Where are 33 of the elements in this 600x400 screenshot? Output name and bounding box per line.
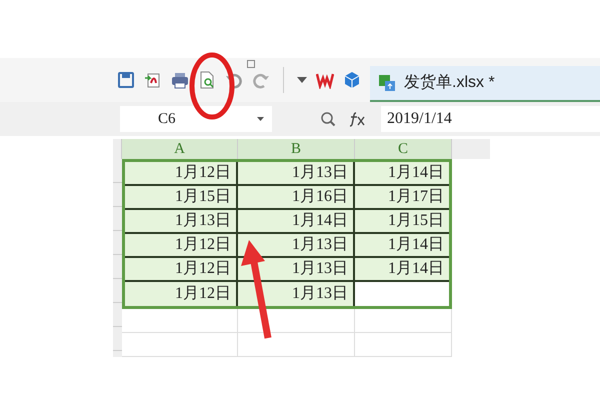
table-cell: 1月12日 (125, 234, 238, 256)
table-cell: 1月16日 (238, 186, 355, 208)
save-icon[interactable] (117, 71, 135, 89)
annotation-circle (190, 52, 234, 120)
table-cell: 1月13日 (238, 162, 355, 184)
column-header[interactable]: A (122, 139, 238, 159)
table-cell: 1月14日 (238, 210, 355, 232)
table-cell-text: 1月15日 (387, 211, 445, 231)
table-cell: 1月12日 (125, 282, 238, 306)
dropdown-caret-icon[interactable] (297, 77, 307, 83)
table-cell: 1月12日 (125, 162, 238, 184)
table-cell-text: 1月14日 (387, 235, 445, 255)
spreadsheet-file-icon (378, 74, 396, 92)
file-tab[interactable]: 发货单.xlsx * (370, 66, 600, 102)
table-cell: 1月15日 (125, 186, 238, 208)
pdf-export-icon[interactable] (144, 71, 162, 89)
zoom-icon[interactable] (320, 111, 336, 127)
formula-field[interactable]: 2019/1/14 (381, 106, 600, 132)
name-box[interactable]: C6 (120, 106, 272, 132)
dialog-launcher-icon[interactable] (247, 60, 255, 68)
w-logo-icon[interactable] (316, 71, 334, 89)
print-preview-icon[interactable] (198, 71, 216, 89)
print-icon[interactable] (171, 71, 189, 89)
column-header[interactable]: B (238, 139, 355, 159)
column-header[interactable]: C (355, 139, 452, 159)
table-cell: 1月12日 (125, 258, 238, 280)
dropdown-caret-icon (257, 117, 264, 121)
table-cell: 1月13日 (125, 210, 238, 232)
table-cell-text: 1月14日 (387, 163, 445, 183)
undo-icon[interactable] (225, 71, 243, 89)
cube-icon[interactable] (343, 71, 361, 89)
table-cell-text: 1月17日 (387, 187, 445, 207)
table-cell-text: 1月14日 (387, 259, 445, 279)
